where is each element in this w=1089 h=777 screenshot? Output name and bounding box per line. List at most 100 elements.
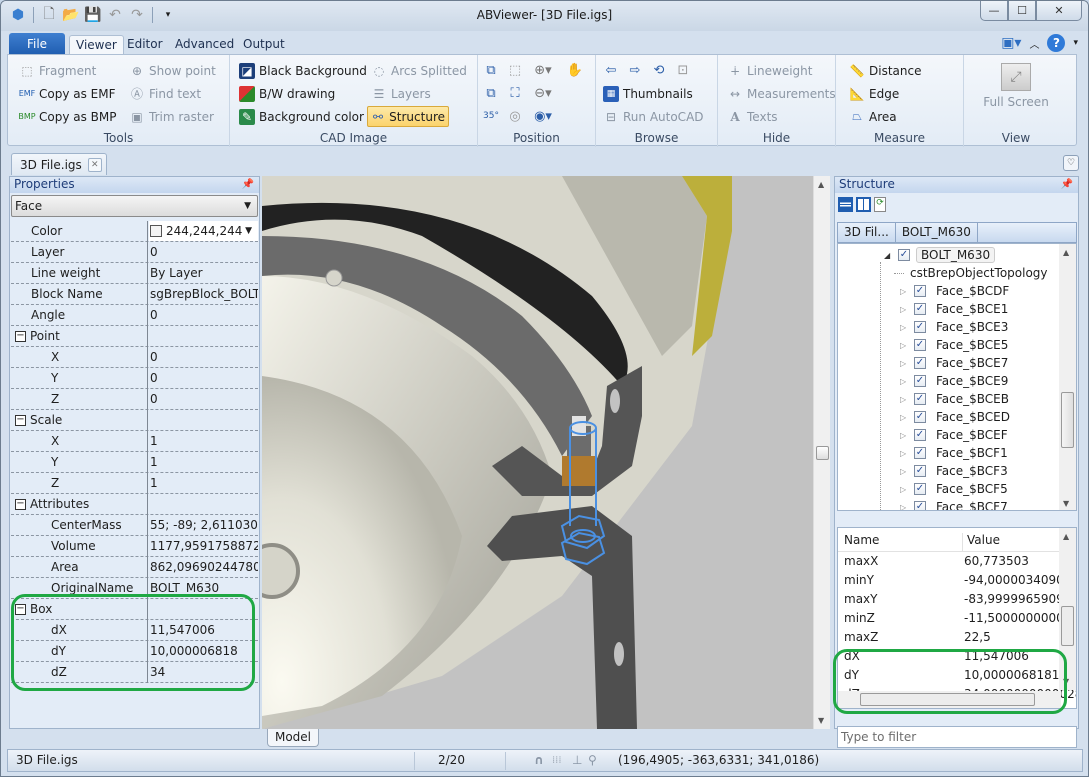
scroll-down-icon[interactable]: ▼ (818, 716, 824, 725)
tree-node[interactable]: ▷ ✓ Face_$BCEF (900, 426, 1008, 444)
maximize-button[interactable]: ☐ (1008, 1, 1036, 21)
area-button[interactable]: ⏢ Area (846, 106, 900, 127)
property-value[interactable]: 0 (149, 389, 258, 409)
property-row[interactable]: Block Name sgBrepBlock_BOLT_M6 (11, 284, 258, 305)
checkbox[interactable]: ✓ (914, 393, 926, 405)
next-view-icon[interactable]: ⧉ (482, 84, 500, 102)
property-value[interactable]: 55; -89; 2,611030130 (149, 515, 258, 535)
breadcrumb-item[interactable]: BOLT_M630 (896, 223, 978, 242)
property-row[interactable]: Z1 (11, 473, 258, 494)
structure-button[interactable]: ⚯ Structure (367, 106, 449, 127)
property-row[interactable]: Y0 (11, 368, 258, 389)
tree-node[interactable]: ▷ ✓ Face_$BCE3 (900, 318, 1008, 336)
arcs-splitted-button[interactable]: ◌ Arcs Splitted (368, 60, 470, 81)
tree-node[interactable]: ▷ ✓ Face_$BCE5 (900, 336, 1008, 354)
refresh-icon[interactable]: ⟳ (874, 196, 886, 212)
find-text-button[interactable]: Ⓐ Find text (126, 83, 204, 104)
property-category[interactable]: − Point (11, 326, 258, 347)
previous-view-icon[interactable]: ⧉ (482, 61, 500, 79)
copy-emf-button[interactable]: EMF Copy as EMF (16, 83, 119, 104)
property-row[interactable]: Color 244,244,244 ▼ (11, 221, 258, 242)
collapse-icon[interactable]: − (15, 330, 26, 342)
window-switch-icon[interactable]: ▣▾ (1001, 35, 1021, 51)
help-icon[interactable]: ? (1047, 34, 1066, 52)
expand-arrow-icon[interactable]: ▷ (900, 341, 908, 350)
property-value[interactable]: 1177,95917588722 (149, 536, 258, 556)
fragment-button[interactable]: ⬚ Fragment (16, 60, 99, 81)
orbit-icon[interactable]: ◉▾ (534, 107, 552, 125)
measurements-button[interactable]: ↔ Measurements (724, 83, 839, 104)
zoom-window-icon[interactable]: ⬚ (506, 61, 524, 79)
chevron-down-icon[interactable]: ▼ (245, 221, 252, 241)
scroll-up-icon[interactable]: ▲ (1063, 532, 1069, 541)
column-header-value[interactable]: Value (962, 533, 1000, 551)
distance-button[interactable]: 📏 Distance (846, 60, 924, 81)
scroll-down-icon[interactable]: ▼ (1063, 499, 1069, 508)
list-item[interactable]: maxZ 22,5 (838, 628, 1076, 647)
trim-raster-button[interactable]: ▣ Trim raster (126, 106, 217, 127)
tree-node[interactable]: ▷ ✓ Face_$BCF1 (900, 444, 1008, 462)
property-value[interactable]: By Layer (149, 263, 258, 283)
lineweight-button[interactable]: ∔ Lineweight (724, 60, 815, 81)
expand-arrow-icon[interactable]: ▷ (900, 323, 908, 332)
scroll-up-icon[interactable]: ▲ (818, 180, 824, 189)
property-row[interactable]: CenterMass55; -89; 2,611030130 (11, 515, 258, 536)
checkbox[interactable]: ✓ (914, 303, 926, 315)
collapse-icon[interactable]: − (15, 414, 26, 426)
checkbox[interactable]: ✓ (914, 357, 926, 369)
viewport-vertical-scrollbar[interactable]: ▲ ▼ (813, 176, 830, 729)
copy-bmp-button[interactable]: BMP Copy as BMP (16, 106, 120, 127)
property-row[interactable]: Angle 0 (11, 305, 258, 326)
property-value[interactable]: 862,096902447805 (149, 557, 258, 577)
property-value[interactable]: 1 (149, 473, 258, 493)
expand-arrow-icon[interactable]: ▷ (900, 359, 908, 368)
scroll-up-icon[interactable]: ▲ (1063, 248, 1069, 257)
expand-arrow-icon[interactable]: ▷ (900, 305, 908, 314)
show-point-button[interactable]: ⊕ Show point (126, 60, 219, 81)
list-item[interactable]: maxX 60,773503 (838, 552, 1076, 571)
column-header-name[interactable]: Name (844, 533, 879, 547)
bw-drawing-button[interactable]: B/W drawing (236, 83, 338, 104)
property-row[interactable]: X1 (11, 431, 258, 452)
texts-button[interactable]: A Texts (724, 106, 781, 127)
layers-button[interactable]: ☰ Layers (368, 83, 434, 104)
property-value[interactable]: 0 (149, 368, 258, 388)
expand-arrow-icon[interactable]: ▷ (900, 449, 908, 458)
rotate-35-icon[interactable]: 35° (482, 107, 500, 125)
property-category[interactable]: − Attributes (11, 494, 258, 515)
property-value[interactable]: 244,244,244 ▼ (149, 221, 258, 241)
expand-arrow-icon[interactable]: ▷ (900, 467, 908, 476)
reload-icon[interactable]: ⟲ (650, 61, 668, 79)
object-type-select[interactable]: Face ▼ (11, 195, 258, 217)
property-row[interactable]: Volume 1177,95917588722 (11, 536, 258, 557)
property-row[interactable]: X0 (11, 347, 258, 368)
collapse-ribbon-icon[interactable]: ︿ (1029, 36, 1039, 51)
property-category[interactable]: − Scale (11, 410, 258, 431)
expand-arrow-icon[interactable]: ▷ (900, 503, 908, 511)
horizontal-split-icon[interactable] (838, 196, 853, 212)
checkbox[interactable]: ✓ (914, 501, 926, 510)
pin-icon[interactable]: 📌 (242, 177, 254, 192)
list-item[interactable]: maxY -83,9999965909487 (838, 590, 1076, 609)
tree-scrollbar[interactable]: ▲ ▼ (1059, 244, 1076, 510)
tab-output[interactable]: Output (237, 35, 291, 55)
expand-arrow-icon[interactable]: ▷ (900, 377, 908, 386)
expand-arrow-icon[interactable]: ▷ (900, 413, 908, 422)
tree-node[interactable]: ▷ ✓ Face_$BCF5 (900, 480, 1008, 498)
property-value[interactable]: 1 (149, 431, 258, 451)
tab-editor[interactable]: Editor (121, 35, 169, 55)
list-item[interactable]: minY -94,0000034090513 (838, 571, 1076, 590)
property-value[interactable]: 0 (149, 347, 258, 367)
collapse-icon[interactable]: − (15, 498, 26, 510)
expand-arrow-icon[interactable]: ▷ (900, 485, 908, 494)
vertical-split-icon[interactable] (856, 196, 871, 212)
close-tab-icon[interactable]: ✕ (87, 157, 102, 172)
breadcrumb-item[interactable]: 3D Fil... (838, 223, 896, 242)
property-row[interactable]: Area 862,096902447805 (11, 557, 258, 578)
checkbox[interactable]: ✓ (914, 375, 926, 387)
property-row[interactable]: Z0 (11, 389, 258, 410)
background-color-button[interactable]: ✎ Background color (236, 106, 367, 127)
tree-node[interactable]: ◢ ✓ BOLT_M630 (884, 246, 996, 264)
checkbox[interactable]: ✓ (914, 465, 926, 477)
edge-button[interactable]: 📐 Edge (846, 83, 902, 104)
